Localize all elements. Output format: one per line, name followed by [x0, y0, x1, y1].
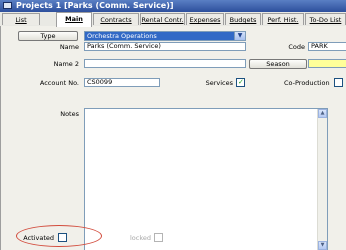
type-combo[interactable]: Orchestra Operations ▼ [84, 31, 246, 41]
name-label: Name [59, 43, 79, 51]
title-bar: Projects 1 [Parks (Comm. Service)] [0, 0, 346, 12]
notes-textarea[interactable]: ▲ ▼ [84, 108, 328, 250]
name2-field[interactable] [84, 59, 246, 68]
projects-window: Projects 1 [Parks (Comm. Service)] List … [0, 0, 346, 250]
name-field[interactable]: Parks (Comm. Service) [84, 42, 246, 51]
season-field[interactable] [308, 59, 346, 68]
tab-expenses[interactable]: Expenses [186, 13, 224, 25]
checkmark-icon: ✓ [238, 78, 244, 86]
type-combo-value: Orchestra Operations [87, 32, 157, 40]
main-panel: Type Orchestra Operations ▼ Name Parks (… [0, 26, 346, 250]
type-button[interactable]: Type [18, 31, 78, 41]
tab-rental-contracts[interactable]: Rental Contr. [140, 13, 185, 25]
tab-list[interactable]: List [2, 13, 40, 25]
notes-label: Notes [60, 110, 79, 118]
tab-perf-hist[interactable]: Perf. Hist. [262, 13, 304, 25]
tab-contracts[interactable]: Contracts [93, 13, 139, 25]
scroll-down-icon[interactable]: ▼ [318, 241, 327, 250]
coproduction-label: Co-Production [284, 79, 330, 87]
code-label: Code [288, 43, 305, 51]
window-app-icon [3, 2, 12, 9]
tab-todo-list[interactable]: To-Do List [305, 13, 346, 25]
season-button[interactable]: Season [249, 59, 307, 69]
account-field[interactable]: CS0099 [84, 78, 160, 87]
scroll-up-icon[interactable]: ▲ [318, 109, 327, 118]
name2-label: Name 2 [53, 60, 79, 68]
notes-scrollbar[interactable]: ▲ ▼ [317, 109, 327, 250]
coproduction-checkbox[interactable] [334, 78, 343, 87]
tab-bar: List Main Contracts Rental Contr. Expens… [0, 12, 346, 27]
services-label: Services [205, 79, 233, 87]
window-title: Projects 1 [Parks (Comm. Service)] [16, 1, 174, 10]
highlight-ellipse-annotation [16, 225, 102, 247]
chevron-down-icon[interactable]: ▼ [234, 32, 245, 40]
tab-main[interactable]: Main [56, 12, 92, 27]
tab-budgets[interactable]: Budgets [225, 13, 261, 25]
account-label: Account No. [39, 79, 79, 87]
locked-checkbox [154, 233, 163, 242]
services-checkbox[interactable]: ✓ [236, 78, 245, 87]
code-field[interactable]: PARK [308, 42, 346, 51]
locked-label: locked [129, 234, 151, 242]
